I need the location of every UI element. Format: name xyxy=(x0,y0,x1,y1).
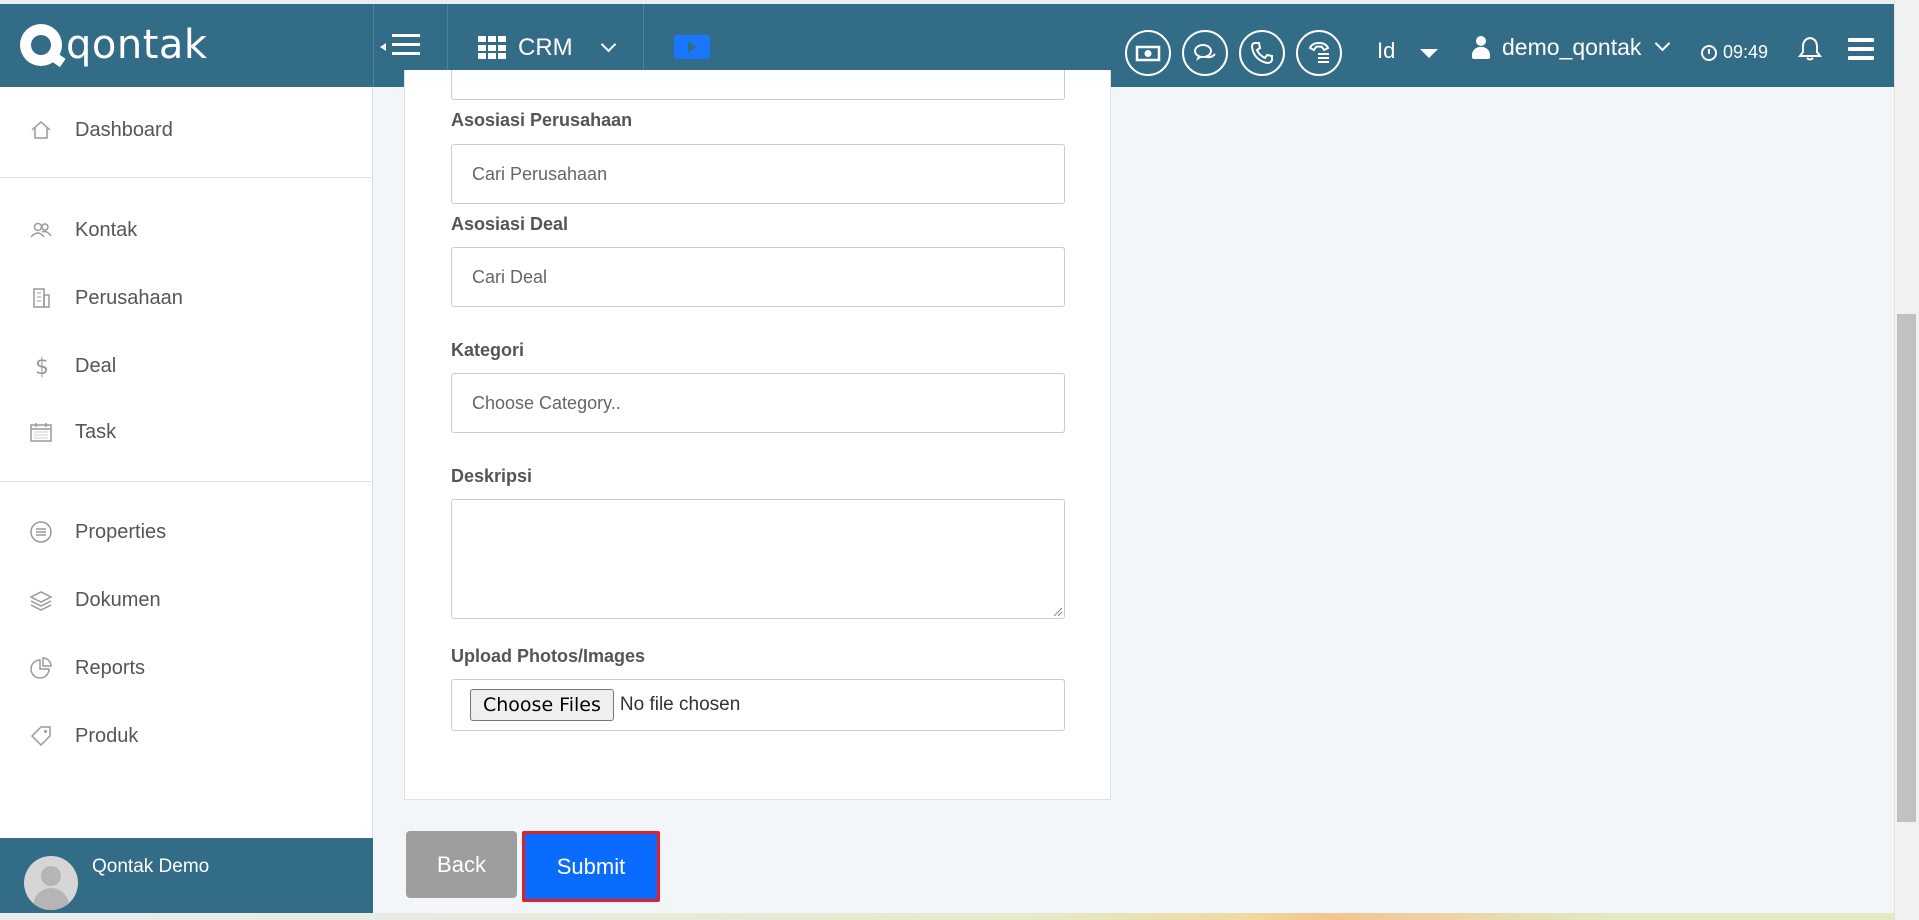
sidebar-item-label: Deal xyxy=(75,354,117,377)
bell-icon xyxy=(1798,36,1822,61)
sidebar-item-reports[interactable]: Reports xyxy=(0,643,372,693)
layers-icon xyxy=(28,587,54,613)
submit-button[interactable]: Submit xyxy=(522,831,660,902)
sidebar-item-label: Dashboard xyxy=(75,118,173,141)
menu-icon-line xyxy=(1848,47,1874,51)
people-icon xyxy=(28,217,54,243)
file-upload-field: Choose Files No file chosen xyxy=(451,679,1065,731)
clock-display: 09:49 xyxy=(1701,42,1768,63)
user-icon xyxy=(1472,35,1490,60)
sidebar: Dashboard Kontak Perusahaan $ Deal Task … xyxy=(0,87,373,920)
back-button[interactable]: Back xyxy=(406,831,517,898)
user-menu[interactable]: demo_qontak xyxy=(1472,34,1671,61)
phone-icon xyxy=(1250,42,1273,65)
previous-field-input[interactable] xyxy=(451,70,1065,100)
svg-text:$: $ xyxy=(35,355,49,378)
brand-logo[interactable]: qontak xyxy=(20,20,208,70)
category-placeholder: Choose Category.. xyxy=(472,392,621,413)
username: demo_qontak xyxy=(1502,34,1642,60)
sidebar-item-properties[interactable]: Properties xyxy=(0,507,372,557)
sidebar-item-dokumen[interactable]: Dokumen xyxy=(0,575,372,625)
clock-icon xyxy=(1701,44,1717,61)
company-association-label: Asosiasi Perusahaan xyxy=(451,110,633,130)
qontak-logo-icon xyxy=(20,24,62,66)
apps-grid-icon xyxy=(478,36,506,60)
notifications-button[interactable] xyxy=(1798,36,1822,62)
sidebar-item-label: Properties xyxy=(75,520,167,543)
sidebar-item-produk[interactable]: Produk xyxy=(0,711,372,761)
sidebar-item-perusahaan[interactable]: Perusahaan xyxy=(0,273,372,323)
sidebar-item-label: Kontak xyxy=(75,218,138,241)
money-button[interactable] xyxy=(1125,30,1171,76)
collapse-arrow-icon xyxy=(380,43,386,51)
sidebar-toggle-button[interactable] xyxy=(378,28,428,64)
sidebar-user-footer[interactable]: Qontak Demo xyxy=(0,838,373,920)
deal-association-label: Asosiasi Deal xyxy=(451,214,569,234)
chat-button[interactable] xyxy=(1182,30,1228,76)
caret-down-icon[interactable] xyxy=(1420,49,1438,58)
company-search-placeholder: Cari Perusahaan xyxy=(472,163,608,184)
home-icon xyxy=(28,117,54,143)
description-textarea[interactable] xyxy=(451,499,1065,619)
building-icon xyxy=(28,285,54,311)
phone-button[interactable] xyxy=(1239,30,1285,76)
chat-icon xyxy=(1194,44,1216,61)
clock-time: 09:49 xyxy=(1723,42,1769,62)
brand-name: qontak xyxy=(66,22,208,68)
tag-icon xyxy=(28,723,54,749)
call-log-button[interactable] xyxy=(1296,30,1342,76)
category-select[interactable]: Choose Category.. xyxy=(451,373,1065,433)
upload-label: Upload Photos/Images xyxy=(451,646,646,666)
description-label: Deskripsi xyxy=(451,466,533,486)
main-menu-button[interactable] xyxy=(1848,38,1874,60)
sidebar-item-kontak[interactable]: Kontak xyxy=(0,205,372,255)
calendar-icon xyxy=(28,419,54,445)
sidebar-item-label: Task xyxy=(75,420,117,443)
video-tutorial-button[interactable] xyxy=(674,35,710,59)
scrollbar-thumb[interactable] xyxy=(1897,314,1916,822)
sidebar-item-label: Reports xyxy=(75,656,146,679)
dollar-icon: $ xyxy=(28,353,54,379)
pie-chart-icon xyxy=(28,655,54,681)
hamburger-icon-line xyxy=(392,43,420,46)
app-switcher-menu[interactable]: CRM xyxy=(478,30,616,66)
company-search-input[interactable]: Cari Perusahaan xyxy=(451,144,1065,204)
menu-icon-line xyxy=(1848,56,1874,60)
avatar xyxy=(24,856,78,910)
sidebar-item-dashboard[interactable]: Dashboard xyxy=(0,105,372,155)
deal-search-input[interactable]: Cari Deal xyxy=(451,247,1065,307)
list-icon xyxy=(28,519,54,545)
hamburger-icon-line xyxy=(392,52,420,55)
chevron-down-icon xyxy=(600,36,616,52)
deal-search-placeholder: Cari Deal xyxy=(472,266,548,287)
header-divider xyxy=(373,4,374,87)
sidebar-divider xyxy=(0,177,372,178)
sidebar-item-label: Dokumen xyxy=(75,588,161,611)
bottom-strip xyxy=(0,913,1894,920)
language-selector[interactable]: Id xyxy=(1377,38,1395,64)
chevron-down-icon xyxy=(1655,35,1671,52)
money-icon xyxy=(1135,45,1161,62)
footer-username: Qontak Demo xyxy=(92,856,210,877)
resize-grip-icon[interactable] xyxy=(1052,606,1062,616)
sidebar-divider xyxy=(0,481,372,482)
sidebar-item-deal[interactable]: $ Deal xyxy=(0,341,372,391)
sidebar-item-task[interactable]: Task xyxy=(0,407,372,457)
app-menu-label: CRM xyxy=(518,34,573,61)
no-file-chosen-text: No file chosen xyxy=(619,694,741,715)
menu-icon xyxy=(1848,38,1874,42)
call-log-icon xyxy=(1308,41,1330,63)
sidebar-item-label: Perusahaan xyxy=(75,286,183,309)
hamburger-icon xyxy=(392,34,420,37)
choose-files-button[interactable]: Choose Files xyxy=(470,689,614,721)
category-label: Kategori xyxy=(451,340,525,360)
sidebar-item-label: Produk xyxy=(75,724,139,747)
